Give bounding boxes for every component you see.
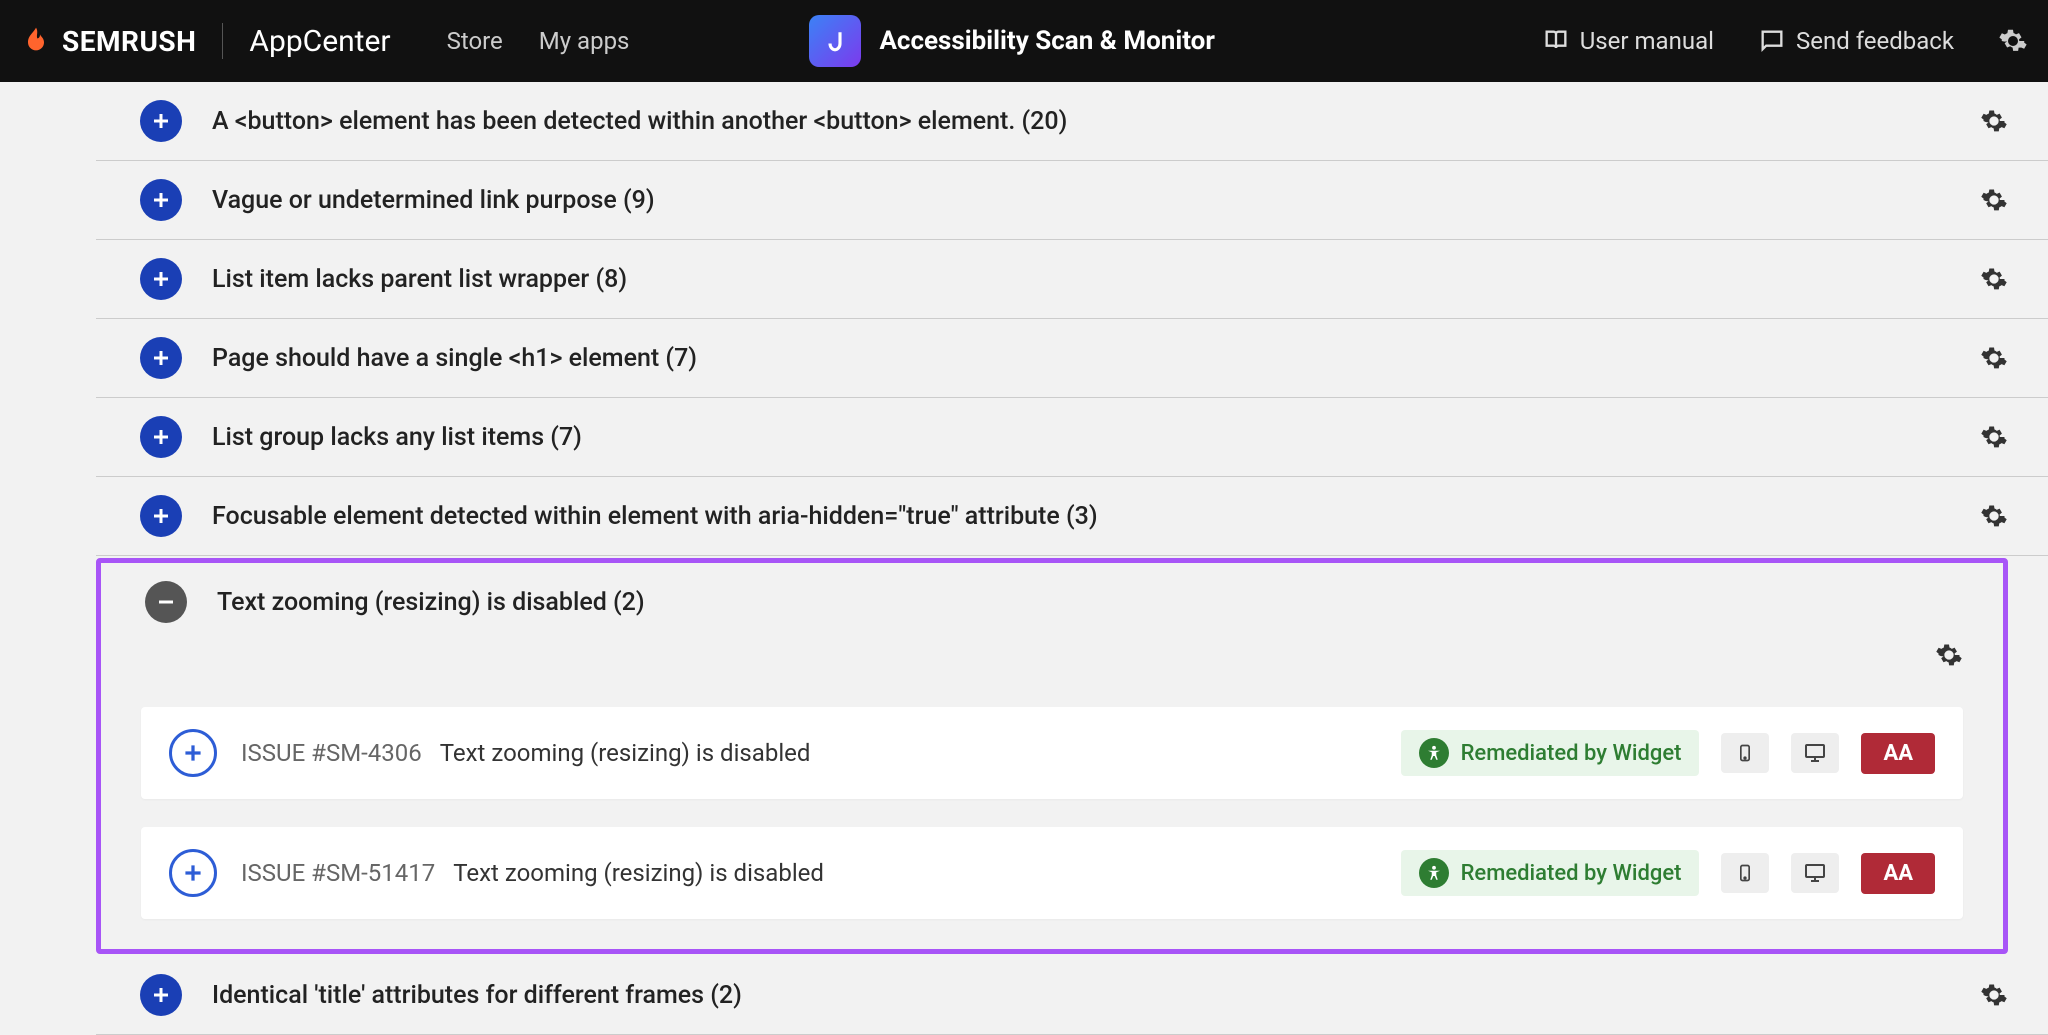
expand-button[interactable] (140, 258, 182, 300)
issue-title: A <button> element has been detected wit… (212, 107, 1980, 136)
issues-list: A <button> element has been detected wit… (0, 82, 2048, 1035)
desktop-icon (1791, 733, 1839, 773)
wcag-level-badge: AA (1861, 853, 1935, 894)
issue-title: Text zooming (resizing) is disabled (2) (217, 588, 1963, 617)
nav-myapps[interactable]: My apps (539, 27, 630, 55)
divider (222, 23, 223, 59)
app-header: SEMRUSH AppCenter Store My apps Accessib… (0, 0, 2048, 82)
gear-icon[interactable] (1980, 502, 2008, 530)
remediated-badge: Remediated by Widget (1401, 850, 1700, 896)
issue-row[interactable]: Vague or undetermined link purpose (9) (96, 161, 2048, 240)
issue-title: List item lacks parent list wrapper (8) (212, 265, 1980, 294)
expand-button[interactable] (140, 179, 182, 221)
gear-icon[interactable] (1980, 981, 2008, 1009)
remediated-label: Remediated by Widget (1461, 861, 1682, 886)
issue-title: Vague or undetermined link purpose (9) (212, 186, 1980, 215)
send-feedback-label: Send feedback (1796, 27, 1954, 55)
highlighted-issue-group: Text zooming (resizing) is disabled (2) … (96, 558, 2008, 954)
accessibility-icon (1419, 738, 1449, 768)
user-manual-label: User manual (1580, 27, 1714, 55)
header-right: User manual Send feedback (1542, 26, 2028, 56)
issue-row[interactable]: List group lacks any list items (7) (96, 398, 2048, 477)
send-feedback-link[interactable]: Send feedback (1758, 27, 1954, 55)
nav-store[interactable]: Store (447, 27, 503, 55)
issue-title: Focusable element detected within elemen… (212, 502, 1980, 531)
gear-icon[interactable] (1935, 641, 1963, 669)
app-icon (809, 15, 861, 67)
gear-icon[interactable] (1980, 186, 2008, 214)
desktop-icon (1791, 853, 1839, 893)
sub-expand-button[interactable] (169, 849, 217, 897)
issue-row[interactable]: Focusable element detected within elemen… (96, 477, 2048, 556)
issue-description: Text zooming (resizing) is disabled (453, 859, 824, 887)
issue-row-expanded[interactable]: Text zooming (resizing) is disabled (2) (101, 563, 2003, 641)
appcenter-label[interactable]: AppCenter (249, 24, 390, 59)
issue-title: List group lacks any list items (7) (212, 423, 1980, 452)
expand-button[interactable] (140, 100, 182, 142)
issue-row[interactable]: A <button> element has been detected wit… (96, 82, 2048, 161)
expand-button[interactable] (140, 416, 182, 458)
app-title: Accessibility Scan & Monitor (879, 26, 1214, 56)
issue-title: Page should have a single <h1> element (… (212, 344, 1980, 373)
sub-expand-button[interactable] (169, 729, 217, 777)
remediated-label: Remediated by Widget (1461, 741, 1682, 766)
expand-button[interactable] (140, 495, 182, 537)
collapse-button[interactable] (145, 581, 187, 623)
sub-issues: ISSUE #SM-4306 Text zooming (resizing) i… (101, 707, 2003, 919)
app-identity: Accessibility Scan & Monitor (809, 15, 1214, 67)
gear-icon[interactable] (1980, 107, 2008, 135)
issue-row[interactable]: Identical 'title' attributes for differe… (96, 956, 2048, 1035)
brand-text: SEMRUSH (62, 25, 196, 58)
issue-id: ISSUE #SM-51417 (241, 859, 435, 887)
issue-row[interactable]: List item lacks parent list wrapper (8) (96, 240, 2048, 319)
gear-icon[interactable] (1980, 265, 2008, 293)
sub-issue-card: ISSUE #SM-4306 Text zooming (resizing) i… (141, 707, 1963, 799)
issue-description: Text zooming (resizing) is disabled (440, 739, 811, 767)
gear-icon[interactable] (1980, 344, 2008, 372)
user-manual-link[interactable]: User manual (1542, 27, 1714, 55)
remediated-badge: Remediated by Widget (1401, 730, 1700, 776)
header-settings-icon[interactable] (1998, 26, 2028, 56)
issue-title: Identical 'title' attributes for differe… (212, 981, 1980, 1010)
mobile-icon (1721, 733, 1769, 773)
issue-id: ISSUE #SM-4306 (241, 739, 422, 767)
nav-links: Store My apps (447, 27, 630, 55)
mobile-icon (1721, 853, 1769, 893)
wcag-level-badge: AA (1861, 733, 1935, 774)
sub-issue-card: ISSUE #SM-51417 Text zooming (resizing) … (141, 827, 1963, 919)
expand-button[interactable] (140, 337, 182, 379)
gear-icon[interactable] (1980, 423, 2008, 451)
logo-group: SEMRUSH AppCenter (20, 23, 391, 59)
semrush-logo[interactable]: SEMRUSH (20, 25, 196, 58)
expand-button[interactable] (140, 974, 182, 1016)
accessibility-icon (1419, 858, 1449, 888)
flame-icon (20, 25, 52, 57)
issue-row[interactable]: Page should have a single <h1> element (… (96, 319, 2048, 398)
